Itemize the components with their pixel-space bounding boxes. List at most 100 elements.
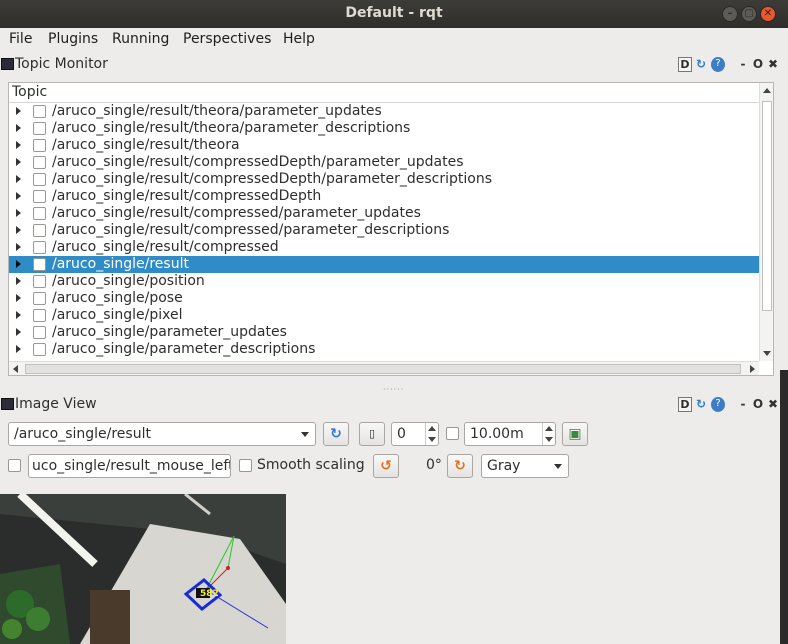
- monitor-icon: [1, 58, 14, 70]
- topic-row[interactable]: /aruco_single/pose: [9, 290, 759, 307]
- menu-perspectives[interactable]: Perspectives: [183, 31, 271, 47]
- expand-arrow-icon[interactable]: [16, 209, 21, 217]
- minimize-panel-button[interactable]: -: [736, 57, 750, 72]
- float-panel-button[interactable]: O: [751, 397, 765, 412]
- reload-icon[interactable]: ↻: [694, 397, 708, 412]
- help-icon[interactable]: ?: [711, 397, 725, 412]
- horizontal-scrollbar[interactable]: [9, 361, 759, 375]
- expand-arrow-icon[interactable]: [16, 277, 21, 285]
- reload-icon[interactable]: ↻: [694, 57, 708, 72]
- scroll-left-icon[interactable]: [13, 365, 18, 373]
- expand-arrow-icon[interactable]: [16, 345, 21, 353]
- close-panel-icon[interactable]: ✖: [766, 397, 780, 412]
- dock-button[interactable]: D: [678, 57, 692, 72]
- topic-checkbox[interactable]: [33, 105, 46, 118]
- topic-row[interactable]: /aruco_single/result/theora/parameter_de…: [9, 120, 759, 137]
- expand-arrow-icon[interactable]: [16, 158, 21, 166]
- topic-row[interactable]: /aruco_single/pixel: [9, 307, 759, 324]
- menu-plugins[interactable]: Plugins: [48, 31, 98, 47]
- horizontal-scroll-thumb[interactable]: [25, 364, 741, 374]
- zoom-checkbox[interactable]: [446, 427, 459, 440]
- topic-row[interactable]: /aruco_single/result/compressed/paramete…: [9, 205, 759, 222]
- expand-arrow-icon[interactable]: [16, 107, 21, 115]
- topic-checkbox[interactable]: [33, 190, 46, 203]
- topic-checkbox[interactable]: [33, 122, 46, 135]
- window-title: Default - rqt: [345, 5, 443, 21]
- topic-select-value: /aruco_single/result: [14, 426, 151, 442]
- topic-checkbox[interactable]: [33, 258, 46, 271]
- vertical-scroll-thumb[interactable]: [762, 101, 772, 311]
- topic-row[interactable]: /aruco_single/result: [9, 256, 759, 273]
- topic-row[interactable]: /aruco_single/result/compressed/paramete…: [9, 222, 759, 239]
- expand-arrow-icon[interactable]: [16, 141, 21, 149]
- topic-row[interactable]: /aruco_single/result/compressedDepth/par…: [9, 154, 759, 171]
- topic-row[interactable]: /aruco_single/result/theora: [9, 137, 759, 154]
- minimize-button[interactable]: –: [722, 6, 738, 22]
- topic-row[interactable]: /aruco_single/result/compressed: [9, 239, 759, 256]
- minimize-panel-button[interactable]: -: [736, 397, 750, 412]
- expand-arrow-icon[interactable]: [16, 260, 21, 268]
- refresh-topics-button[interactable]: ↻: [323, 422, 349, 446]
- expand-arrow-icon[interactable]: [16, 294, 21, 302]
- topic-checkbox[interactable]: [33, 326, 46, 339]
- menu-file[interactable]: File: [9, 31, 32, 47]
- rotate-left-button[interactable]: ↺: [373, 454, 399, 478]
- topic-checkbox[interactable]: [33, 292, 46, 305]
- topic-row[interactable]: /aruco_single/result/compressedDepth: [9, 188, 759, 205]
- vertical-scrollbar[interactable]: [759, 83, 773, 361]
- zoom-spinbox[interactable]: 10.00m: [464, 422, 556, 446]
- smooth-scaling-checkbox[interactable]: [239, 459, 252, 472]
- expand-arrow-icon[interactable]: [16, 328, 21, 336]
- menu-help[interactable]: Help: [283, 31, 315, 47]
- topic-select[interactable]: /aruco_single/result: [8, 422, 316, 446]
- topic-label: /aruco_single/parameter_updates: [52, 324, 287, 340]
- topic-row[interactable]: /aruco_single/result/theora/parameter_up…: [9, 103, 759, 120]
- topic-checkbox[interactable]: [33, 224, 46, 237]
- mouse-publish-checkbox[interactable]: [8, 459, 21, 472]
- scroll-down-icon[interactable]: [763, 351, 771, 356]
- rotate-right-button[interactable]: ↻: [447, 454, 473, 478]
- number-spinbox[interactable]: 0: [391, 422, 439, 446]
- maximize-button[interactable]: ▢: [741, 6, 757, 22]
- number-spinbox-value: 0: [397, 426, 406, 442]
- topic-checkbox[interactable]: [33, 139, 46, 152]
- colormap-select[interactable]: Gray: [481, 454, 569, 478]
- topic-checkbox[interactable]: [33, 343, 46, 356]
- topic-row[interactable]: /aruco_single/result/compressedDepth/par…: [9, 171, 759, 188]
- topic-checkbox[interactable]: [33, 241, 46, 254]
- topic-row[interactable]: /aruco_single/position: [9, 273, 759, 290]
- spin-arrows[interactable]: [425, 423, 438, 445]
- expand-arrow-icon[interactable]: [16, 192, 21, 200]
- close-window-button[interactable]: ✕: [760, 6, 776, 22]
- topic-row[interactable]: /aruco_single/parameter_descriptions: [9, 341, 759, 358]
- topic-label: /aruco_single/result/theora/parameter_de…: [52, 120, 411, 136]
- topic-checkbox[interactable]: [33, 309, 46, 322]
- topic-checkbox[interactable]: [33, 275, 46, 288]
- expand-arrow-icon[interactable]: [16, 311, 21, 319]
- zoom-spinbox-value: 10.00m: [470, 426, 524, 442]
- expand-arrow-icon[interactable]: [16, 226, 21, 234]
- expand-arrow-icon[interactable]: [16, 175, 21, 183]
- close-panel-icon[interactable]: ✖: [766, 57, 780, 72]
- topic-checkbox[interactable]: [33, 207, 46, 220]
- expand-arrow-icon[interactable]: [16, 124, 21, 132]
- topic-checkbox[interactable]: [33, 173, 46, 186]
- float-panel-button[interactable]: O: [751, 57, 765, 72]
- camera-image[interactable]: 582: [0, 494, 286, 644]
- topic-column-header[interactable]: Topic: [9, 83, 759, 103]
- expand-arrow-icon[interactable]: [16, 243, 21, 251]
- dock-button[interactable]: D: [678, 397, 692, 412]
- spin-arrows[interactable]: [542, 423, 555, 445]
- menu-running[interactable]: Running: [112, 31, 169, 47]
- topic-tree[interactable]: Topic /aruco_single/result/theora/parame…: [8, 82, 774, 376]
- window-titlebar: Default - rqt – ▢ ✕: [0, 0, 788, 28]
- topic-checkbox[interactable]: [33, 156, 46, 169]
- scroll-right-icon[interactable]: [750, 365, 755, 373]
- scroll-up-icon[interactable]: [763, 88, 771, 93]
- help-icon[interactable]: ?: [711, 57, 725, 72]
- topic-row[interactable]: /aruco_single/parameter_updates: [9, 324, 759, 341]
- smoothing-button[interactable]: ▯: [359, 422, 385, 446]
- save-image-button[interactable]: ▣: [562, 422, 588, 446]
- mouse-topic-input[interactable]: uco_single/result_mouse_left: [28, 454, 231, 478]
- menubar: File Plugins Running Perspectives Help: [0, 28, 788, 52]
